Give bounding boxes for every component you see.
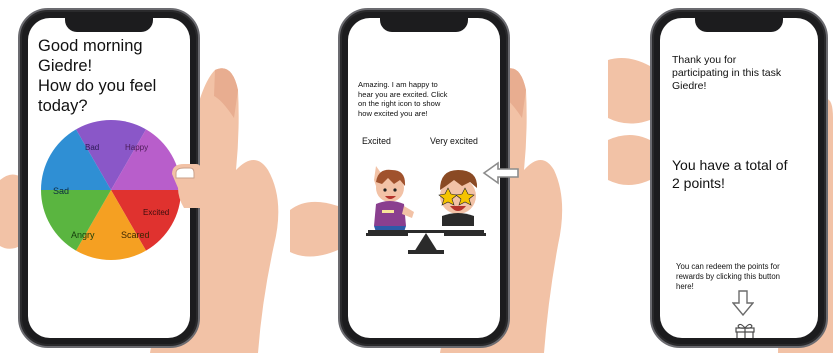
wheel-label-bad: Bad <box>85 143 99 152</box>
arrow-down-icon <box>732 290 754 316</box>
greeting-line: Good morning <box>38 37 143 55</box>
points-line: You have a total of <box>672 157 788 173</box>
phone-notch <box>380 16 468 32</box>
wheel-label-scared: Scared <box>121 230 150 240</box>
very-excited-face-icon[interactable] <box>438 170 478 226</box>
greeting-text: Good morning Giedre! How do you feel tod… <box>38 36 190 116</box>
phone-notch <box>695 16 783 32</box>
label-very-excited: Very excited <box>430 136 478 146</box>
balance-scale-icon <box>366 230 486 254</box>
thanks-line: Thank you for <box>672 54 737 66</box>
arrow-left-icon <box>482 161 519 185</box>
redeem-line: You can redeem the points for <box>676 262 780 271</box>
excitement-balance-illustration <box>366 166 486 254</box>
phone-screen: Thank you for participating in this task… <box>660 18 818 338</box>
thanks-line: Giedre! <box>672 80 707 92</box>
phone-screen: Amazing. I am happy to hear you are exci… <box>348 18 500 338</box>
wheel-label-angry: Angry <box>71 230 95 240</box>
panel-excitement-scale: Amazing. I am happy to hear you are exci… <box>290 0 565 353</box>
emotion-wheel[interactable]: Bad Happy Excited Scared Angry Sad <box>36 116 186 264</box>
points-line: 2 points! <box>672 175 725 191</box>
redeem-gift-button[interactable] <box>730 321 760 338</box>
thumb-pointer-icon <box>172 164 202 208</box>
message-line: hear you are excited. Click <box>358 89 448 99</box>
phone-notch <box>65 16 153 32</box>
thanks-line: participating in this task <box>672 67 782 79</box>
message-line: Amazing. I am happy to <box>358 80 438 89</box>
message-line: how excited you are! <box>358 108 428 118</box>
message-line: on the right icon to show <box>358 99 441 109</box>
panel-mood-selection: Good morning Giedre! How do you feel tod… <box>0 0 283 353</box>
greeting-line: Giedre! <box>38 57 93 75</box>
wheel-label-happy: Happy <box>125 143 148 152</box>
redeem-line: rewards by clicking this button <box>676 271 781 281</box>
points-total-text: You have a total of 2 points! <box>672 156 818 192</box>
label-excited: Excited <box>362 136 391 146</box>
excited-message: Amazing. I am happy to hear you are exci… <box>358 80 500 118</box>
wheel-label-sad: Sad <box>53 186 69 196</box>
greeting-line: today? <box>38 97 88 115</box>
wheel-label-excited: Excited <box>143 208 169 217</box>
thank-you-text: Thank you for participating in this task… <box>672 54 812 93</box>
excited-boy-icon[interactable] <box>374 166 414 232</box>
redeem-instructions: You can redeem the points for rewards by… <box>676 262 810 291</box>
greeting-line: How do you feel <box>38 77 157 95</box>
panel-reward-summary: Thank you for participating in this task… <box>608 0 833 353</box>
phone-frame: Thank you for participating in this task… <box>650 8 828 348</box>
